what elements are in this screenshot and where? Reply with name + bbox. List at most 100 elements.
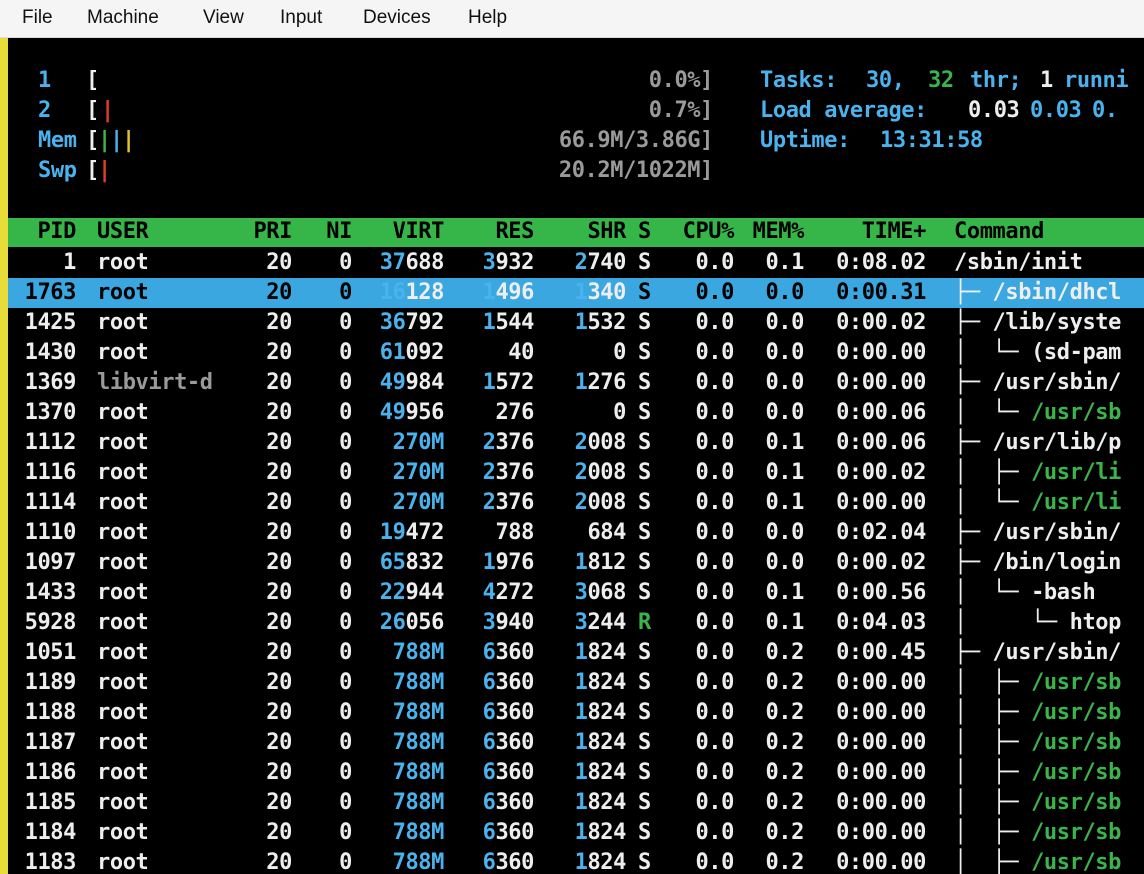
process-row[interactable]: 1430 root 20 0 61092 40 0 S 0.0 0.0 0:00.00 │ └─ (s… (8, 338, 1144, 368)
state-cell: S (638, 640, 651, 665)
process-row[interactable]: 1116 root 20 0 270M 2376 2008 S 0.0 0.1 0:00.02 │ ├… (8, 458, 1144, 488)
swp-value: 20.2M/1022M] (558, 158, 714, 183)
mem-cell: 0.1 (765, 580, 804, 605)
process-row[interactable]: 1763 root 20 0 16128 1496 1340 S 0.0 0.0 0:00.31 ├─… (8, 278, 1144, 308)
menu-file[interactable]: File (22, 7, 53, 29)
command-cell: │ └─ /usr/li (954, 490, 1121, 515)
shr-cell: 0 (613, 400, 626, 425)
command-cell: ├─ /usr/sbin/ (954, 640, 1121, 665)
shr-cell: 0 (613, 340, 626, 365)
pid-cell: 1097 (24, 550, 77, 575)
process-row[interactable]: 1186 root 20 0 788M 6360 1824 S 0.0 0.2 0:00.00 │ ├… (8, 758, 1144, 788)
process-row[interactable]: 1433 root 20 0 22944 4272 3068 S 0.0 0.1 0:00.56 │ … (8, 578, 1144, 608)
process-row[interactable]: 1114 root 20 0 270M 2376 2008 S 0.0 0.1 0:00.00 │ └… (8, 488, 1144, 518)
cpu-cell: 0.0 (695, 790, 734, 815)
res-cell: 6360 (482, 850, 535, 874)
cpu1-label: 1 (38, 68, 51, 93)
ni-cell: 0 (339, 850, 352, 874)
pid-cell: 1110 (24, 520, 77, 545)
time-cell: 0:00.56 (836, 580, 926, 605)
menu-view[interactable]: View (203, 7, 244, 29)
cpu-cell: 0.0 (695, 250, 734, 275)
time-cell: 0:00.06 (836, 400, 926, 425)
state-cell: S (638, 550, 651, 575)
swp-label: Swp (38, 158, 77, 183)
process-row[interactable]: 1097 root 20 0 65832 1976 1812 S 0.0 0.0 0:00.02 ├─… (8, 548, 1144, 578)
menu-input[interactable]: Input (280, 7, 322, 29)
pri-cell: 20 (266, 670, 292, 695)
menu-devices[interactable]: Devices (363, 7, 431, 29)
mem-bar-open: [ (86, 128, 99, 153)
process-row[interactable]: 1110 root 20 0 19472 788 684 S 0.0 0.0 0:02.04 ├─ /… (8, 518, 1144, 548)
virt-cell: 270M (392, 460, 445, 485)
process-row[interactable]: 1184 root 20 0 788M 6360 1824 S 0.0 0.2 0:00.00 │ ├… (8, 818, 1144, 848)
col-mem[interactable]: MEM% (734, 217, 805, 247)
mem-cell: 0.0 (765, 400, 804, 425)
process-row[interactable]: 1370 root 20 0 49956 276 0 S 0.0 0.0 0:00.06 │ └─ /… (8, 398, 1144, 428)
col-cpu[interactable]: CPU% (658, 217, 735, 247)
process-row[interactable]: 1051 root 20 0 788M 6360 1824 S 0.0 0.2 0:00.45 ├─ … (8, 638, 1144, 668)
command-cell: │ └─ (sd-pam (954, 340, 1121, 365)
shr-cell: 1824 (574, 820, 627, 845)
shr-cell: 1340 (574, 280, 627, 305)
process-row[interactable]: 1369 libvirt-d 20 0 49984 1572 1276 S 0.0 0.0 0:00… (8, 368, 1144, 398)
user-cell: root (97, 340, 149, 365)
col-shr[interactable]: SHR (538, 217, 626, 247)
menu-machine[interactable]: Machine (87, 7, 159, 29)
time-cell: 0:00.45 (836, 640, 926, 665)
running-label: runni (1064, 68, 1129, 93)
ni-cell: 0 (339, 310, 352, 335)
pri-cell: 20 (266, 400, 292, 425)
mem-cell: 0.2 (765, 790, 804, 815)
threads-label: thr; (970, 68, 1022, 93)
col-command[interactable]: Command (954, 217, 1044, 247)
process-row[interactable]: 1189 root 20 0 788M 6360 1824 S 0.0 0.2 0:00.00 │ ├… (8, 668, 1144, 698)
col-pri[interactable]: PRI (228, 217, 292, 247)
command-cell: │ ├─ /usr/sb (954, 670, 1121, 695)
ni-cell: 0 (339, 700, 352, 725)
menu-help[interactable]: Help (468, 7, 507, 29)
command-cell: │ └─ htop (954, 610, 1121, 635)
pid-cell: 1051 (24, 640, 77, 665)
virt-cell: 788M (392, 670, 445, 695)
pri-cell: 20 (266, 850, 292, 874)
process-row[interactable]: 1112 root 20 0 270M 2376 2008 S 0.0 0.1 0:00.06 ├─ … (8, 428, 1144, 458)
ni-cell: 0 (339, 610, 352, 635)
shr-cell: 1532 (574, 310, 627, 335)
process-row[interactable]: 5928 root 20 0 26056 3940 3244 R 0.0 0.1 0:04.03 │ … (8, 608, 1144, 638)
ni-cell: 0 (339, 340, 352, 365)
time-cell: 0:00.00 (836, 370, 926, 395)
pri-cell: 20 (266, 820, 292, 845)
process-row[interactable]: 1425 root 20 0 36792 1544 1532 S 0.0 0.0 0:00.02 ├─… (8, 308, 1144, 338)
load-15min: 0. (1092, 98, 1118, 123)
virt-cell: 36792 (379, 310, 445, 335)
process-row[interactable]: 1 root 20 0 37688 3932 2740 S 0.0 0.1 0:08.02/sbin… (8, 248, 1144, 278)
process-row[interactable]: 1183 root 20 0 788M 6360 1824 S 0.0 0.2 0:00.00 │ ├… (8, 848, 1144, 874)
user-cell: root (97, 550, 149, 575)
pid-cell: 1189 (24, 670, 77, 695)
user-cell: root (97, 520, 149, 545)
shr-cell: 3244 (574, 610, 627, 635)
col-virt[interactable]: VIRT (358, 217, 445, 247)
mem-cell: 0.2 (765, 820, 804, 845)
res-cell: 6360 (482, 700, 535, 725)
uptime-value: 13:31:58 (880, 128, 983, 153)
process-row[interactable]: 1188 root 20 0 788M 6360 1824 S 0.0 0.2 0:00.00 │ ├… (8, 698, 1144, 728)
state-cell: S (638, 250, 651, 275)
col-res[interactable]: RES (448, 217, 534, 247)
col-ni[interactable]: NI (298, 217, 352, 247)
process-row[interactable]: 1185 root 20 0 788M 6360 1824 S 0.0 0.2 0:00.00 │ ├… (8, 788, 1144, 818)
pid-cell: 1188 (24, 700, 77, 725)
cpu-cell: 0.0 (695, 550, 734, 575)
process-row[interactable]: 1187 root 20 0 788M 6360 1824 S 0.0 0.2 0:00.00 │ ├… (8, 728, 1144, 758)
htop-terminal[interactable]: 1 [ 0.0%] 2 [ | 0.7%] Mem [ | | | 66.9M/… (8, 38, 1144, 874)
time-cell: 0:00.02 (836, 460, 926, 485)
pri-cell: 20 (266, 640, 292, 665)
cpu2-bar-fill: | (101, 98, 114, 123)
command-cell: │ ├─ /usr/sb (954, 760, 1121, 785)
col-time[interactable]: TIME+ (808, 217, 927, 247)
col-user[interactable]: USER (97, 217, 149, 247)
col-state[interactable]: S (638, 217, 651, 247)
pid-cell: 1430 (24, 340, 77, 365)
col-pid[interactable]: PID (8, 217, 76, 247)
